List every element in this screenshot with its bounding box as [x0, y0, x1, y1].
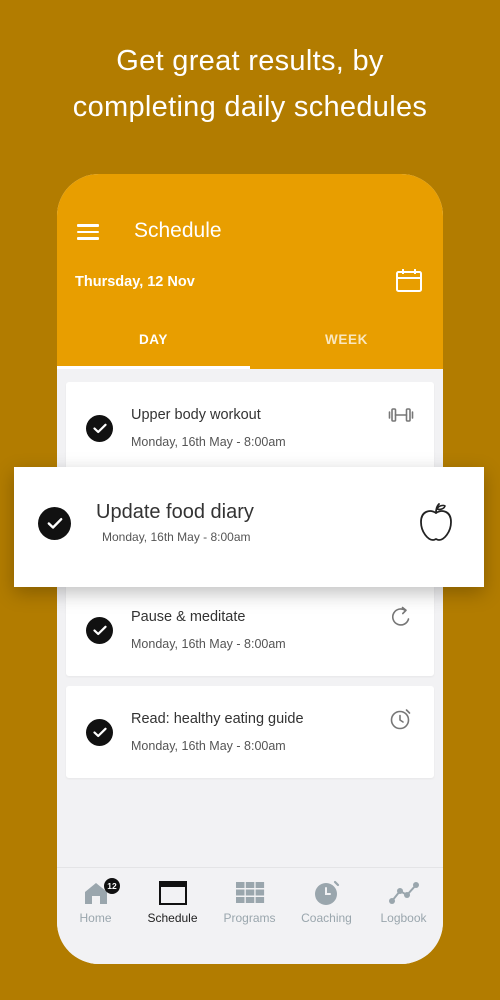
task-card-read-guide[interactable]: Read: healthy eating guide Monday, 16th …	[66, 686, 434, 778]
task-time: Monday, 16th May - 8:00am	[131, 637, 286, 651]
task-card-pause-meditate[interactable]: Pause & meditate Monday, 16th May - 8:00…	[66, 584, 434, 676]
nav-item-home[interactable]: 12 Home	[57, 868, 134, 938]
nav-item-coaching[interactable]: Coaching	[288, 868, 365, 938]
nav-label: Programs	[223, 911, 276, 925]
refresh-icon	[388, 604, 414, 630]
task-time: Monday, 16th May - 8:00am	[131, 435, 286, 449]
nav-label: Coaching	[301, 911, 352, 925]
nav-label: Schedule	[147, 911, 198, 925]
task-card-upper-body-workout[interactable]: Upper body workout Monday, 16th May - 8:…	[66, 382, 434, 474]
task-done-check[interactable]	[86, 719, 113, 746]
task-time: Monday, 16th May - 8:00am	[131, 739, 286, 753]
task-time: Monday, 16th May - 8:00am	[102, 530, 251, 544]
highlighted-task-food-diary[interactable]: Update food diary Monday, 16th May - 8:0…	[14, 467, 484, 587]
active-tab-indicator	[57, 366, 250, 369]
task-done-check[interactable]	[86, 415, 113, 442]
nav-item-schedule[interactable]: Schedule	[134, 868, 211, 938]
notification-badge: 12	[104, 878, 120, 894]
line-chart-icon	[389, 879, 419, 907]
calendar-icon	[158, 879, 188, 907]
nav-item-logbook[interactable]: Logbook	[365, 868, 442, 938]
task-done-check[interactable]	[86, 617, 113, 644]
nav-label: Logbook	[380, 911, 427, 925]
headline-line-2: completing daily schedules	[72, 91, 428, 123]
task-title: Upper body workout	[131, 407, 261, 423]
headline-line-1: Get great results, by	[116, 45, 384, 77]
dumbbell-icon	[388, 402, 414, 428]
app-bar: Schedule Thursday, 12 Nov DAY WEEK	[57, 174, 443, 369]
grid-icon	[235, 879, 265, 907]
nav-label: Home	[79, 911, 112, 925]
promo-headline: Get great results, by completing daily s…	[0, 38, 500, 130]
alarm-clock-icon	[388, 706, 414, 732]
task-title: Pause & meditate	[131, 609, 246, 625]
apple-icon	[416, 501, 456, 543]
tab-day[interactable]: DAY	[57, 332, 250, 347]
page-title: Schedule	[134, 219, 222, 242]
calendar-icon[interactable]	[395, 268, 423, 294]
bottom-navigation: 12 Home Schedule Programs Coaching Logbo…	[57, 867, 443, 964]
task-title: Read: healthy eating guide	[131, 711, 304, 727]
stopwatch-icon	[312, 879, 342, 907]
task-title: Update food diary	[96, 501, 254, 523]
nav-item-programs[interactable]: Programs	[211, 868, 288, 938]
current-date: Thursday, 12 Nov	[75, 274, 195, 290]
hamburger-menu-icon[interactable]	[77, 224, 99, 240]
tab-week[interactable]: WEEK	[250, 332, 443, 347]
task-done-check[interactable]	[38, 507, 71, 540]
